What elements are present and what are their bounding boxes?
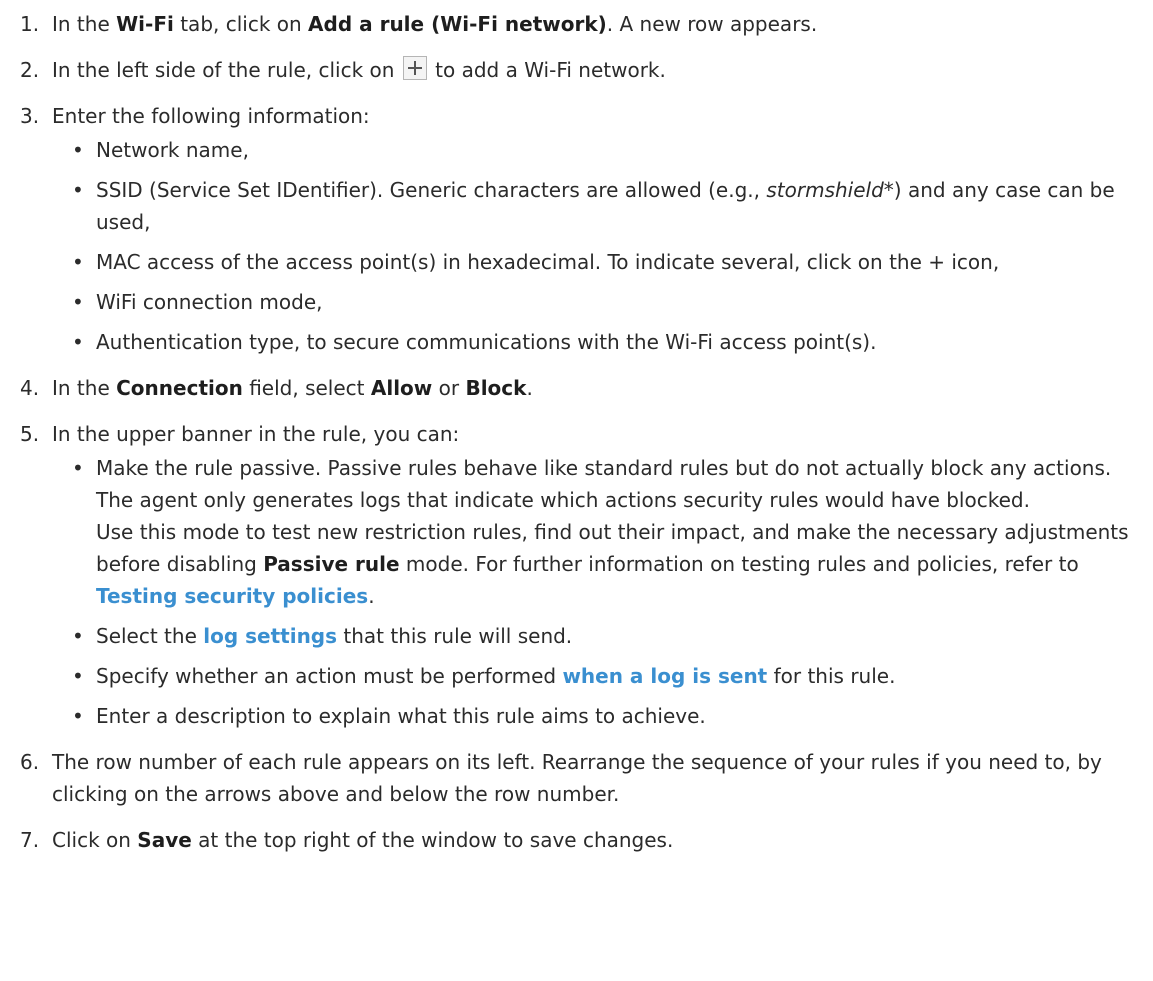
bullet-text: for this rule.: [767, 664, 896, 688]
bullet-text: Make the rule passive. Passive rules beh…: [96, 456, 1112, 512]
step-text: The row number of each rule appears on i…: [52, 750, 1102, 806]
step-5: 5. In the upper banner in the rule, you …: [20, 418, 1133, 732]
connection-field-label: Connection: [116, 376, 243, 400]
allow-label: Allow: [370, 376, 433, 400]
step-3: 3. Enter the following information: • Net…: [20, 100, 1133, 358]
step-text: In the upper banner in the rule, you can…: [52, 422, 460, 446]
testing-security-policies-link[interactable]: Testing security policies: [96, 584, 368, 608]
bullet-icon: •: [72, 250, 84, 274]
step-text: or: [432, 376, 466, 400]
bullet-passive: • Make the rule passive. Passive rules be…: [52, 452, 1133, 612]
step-number: 1.: [20, 12, 40, 36]
step-text: Click on: [52, 828, 138, 852]
bullet-text: WiFi connection mode,: [96, 290, 323, 314]
step-text: tab, click on: [173, 12, 309, 36]
step-text: Enter the following information:: [52, 104, 370, 128]
bullet-wifi-mode: • WiFi connection mode,: [52, 286, 1133, 318]
bullet-log-settings: • Select the log settings that this rule …: [52, 620, 1133, 652]
step-number: 6.: [20, 750, 40, 774]
bullet-text: SSID (Service Set IDentifier). Generic c…: [96, 178, 767, 202]
bullet-text: Specify whether an action must be perfor…: [96, 664, 563, 688]
step-text: In the: [52, 376, 117, 400]
banner-bullets: • Make the rule passive. Passive rules be…: [52, 452, 1133, 732]
bullet-text: Enter a description to explain what this…: [96, 704, 706, 728]
step-number: 7.: [20, 828, 40, 852]
step-4: 4. In the Connection field, select Allow…: [20, 372, 1133, 404]
bullet-text: .: [368, 584, 375, 608]
log-settings-link[interactable]: log settings: [203, 624, 337, 648]
bullet-text: MAC access of the access point(s) in hex…: [96, 250, 1000, 274]
step-1: 1. In the Wi-Fi tab, click on Add a rule…: [20, 8, 1133, 40]
info-bullets: • Network name, • SSID (Service Set IDenti…: [52, 134, 1133, 358]
bullet-text: Network name,: [96, 138, 249, 162]
bullet-icon: •: [72, 138, 84, 162]
wifi-tab-label: Wi-Fi: [116, 12, 174, 36]
step-text: In the: [52, 12, 117, 36]
bullet-text: that this rule will send.: [337, 624, 573, 648]
step-text: to add a Wi-Fi network.: [428, 58, 666, 82]
bullet-icon: •: [72, 664, 84, 688]
save-label: Save: [137, 828, 192, 852]
step-text: In the left side of the rule, click on: [52, 58, 401, 82]
bullet-text: mode. For further information on testing…: [399, 552, 1079, 576]
step-number: 5.: [20, 422, 40, 446]
bullet-description: • Enter a description to explain what thi…: [52, 700, 1133, 732]
bullet-icon: •: [72, 704, 84, 728]
ssid-example: stormshield*: [766, 178, 894, 202]
document: 1. In the Wi-Fi tab, click on Add a rule…: [0, 0, 1153, 856]
bullet-ssid: • SSID (Service Set IDentifier). Generic …: [52, 174, 1133, 238]
bullet-auth: • Authentication type, to secure communic…: [52, 326, 1133, 358]
step-7: 7. Click on Save at the top right of the…: [20, 824, 1133, 856]
step-number: 2.: [20, 58, 40, 82]
bullet-mac: • MAC access of the access point(s) in he…: [52, 246, 1133, 278]
step-text: at the top right of the window to save c…: [191, 828, 674, 852]
plus-icon: [402, 56, 427, 80]
step-6: 6. The row number of each rule appears o…: [20, 746, 1133, 810]
bullet-action: • Specify whether an action must be perfo…: [52, 660, 1133, 692]
step-number: 4.: [20, 376, 40, 400]
bullet-text: Select the: [96, 624, 204, 648]
when-log-sent-link[interactable]: when a log is sent: [562, 664, 767, 688]
bullet-text: Authentication type, to secure communica…: [96, 330, 877, 354]
bullet-icon: •: [72, 330, 84, 354]
steps-list: 1. In the Wi-Fi tab, click on Add a rule…: [20, 8, 1133, 856]
bullet-icon: •: [72, 456, 84, 480]
step-text: field, select: [242, 376, 371, 400]
step-number: 3.: [20, 104, 40, 128]
bullet-icon: •: [72, 290, 84, 314]
block-label: Block: [465, 376, 527, 400]
step-text: .: [526, 376, 533, 400]
step-text: . A new row appears.: [606, 12, 818, 36]
add-rule-label: Add a rule (Wi-Fi network): [308, 12, 607, 36]
bullet-network-name: • Network name,: [52, 134, 1133, 166]
passive-rule-label: Passive rule: [263, 552, 400, 576]
bullet-icon: •: [72, 178, 84, 202]
step-2: 2. In the left side of the rule, click o…: [20, 54, 1133, 86]
bullet-icon: •: [72, 624, 84, 648]
